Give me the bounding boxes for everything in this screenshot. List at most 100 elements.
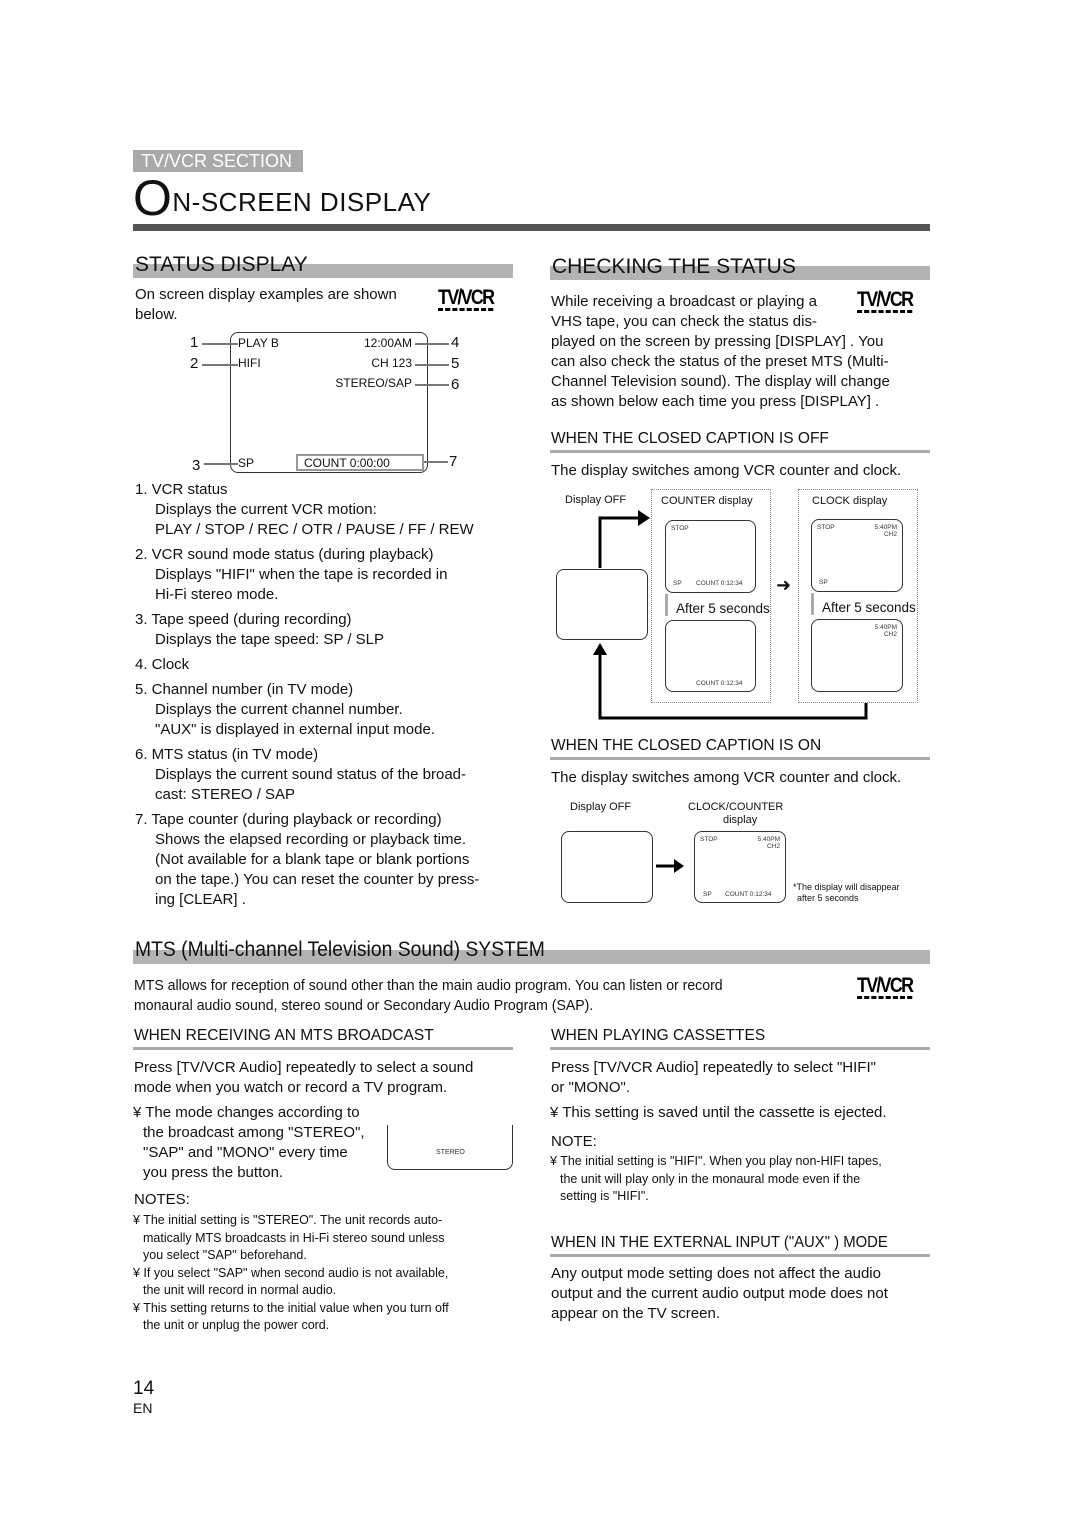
cc-on-text: The display switches among VCR counter a… — [551, 769, 902, 786]
notes-list: ¥ The initial setting is "STEREO". The u… — [133, 1212, 449, 1335]
screen-stereo: STEREO — [436, 1149, 465, 1156]
item-line: ing [CLEAR] . — [155, 891, 246, 908]
item-title: 1. VCR status — [135, 481, 228, 498]
text-line: or "MONO". — [551, 1079, 630, 1096]
title-rest: N-SCREEN DISPLAY — [172, 187, 432, 217]
text-line: mode when you watch or record a TV progr… — [134, 1079, 448, 1096]
cassettes-rule — [550, 1047, 930, 1050]
intro-line: monaural audio sound, stereo sound or Se… — [134, 997, 594, 1014]
status-item: 3. Tape speed (during recording) Display… — [135, 610, 525, 650]
note-line: matically MTS broadcasts in Hi-Fi stereo… — [143, 1230, 445, 1245]
clock-counter-screen: STOP 5:40PM CH2 SP COUNT 0:12:34 — [694, 831, 786, 903]
note-line: ¥ The initial setting is "STEREO". The u… — [133, 1213, 443, 1227]
note-list: ¥ The initial setting is "HIFI". When yo… — [550, 1153, 882, 1206]
callout-line-5 — [415, 364, 449, 366]
note-line: ¥ If you select "SAP" when second audio … — [133, 1265, 449, 1280]
note-line: ¥ This setting returns to the initial va… — [133, 1300, 449, 1315]
receiving-text: Press [TV/VCR Audio] repeatedly to selec… — [134, 1058, 473, 1098]
cassettes-heading: WHEN PLAYING CASSETTES — [551, 1027, 766, 1044]
intro-line: can also check the status of the preset … — [551, 353, 889, 370]
callout-6: 6 — [451, 376, 460, 393]
callout-7: 7 — [449, 453, 458, 470]
cc-off-heading: WHEN THE CLOSED CAPTION IS OFF — [551, 430, 829, 447]
screen-time: 5:40PM — [757, 836, 780, 843]
callout-2: 2 — [190, 355, 199, 372]
callout-1: 1 — [190, 334, 199, 351]
intro-line: While receiving a broadcast or playing a — [551, 293, 817, 310]
osd-tape-speed: SP — [238, 456, 255, 470]
note-line: the unit will record in normal audio. — [143, 1283, 337, 1297]
callout-line-1 — [202, 343, 238, 345]
tv-vcr-logo: TV/VCR — [857, 974, 914, 999]
osd-counter: COUNT 0:00:00 — [296, 454, 424, 471]
osd-channel: CH 123 — [371, 356, 412, 370]
note-line: after 5 seconds — [797, 893, 859, 903]
note-line: ¥ The initial setting is "HIFI". When yo… — [550, 1154, 882, 1168]
bullet-line: the broadcast among "STEREO", — [143, 1124, 365, 1141]
screen-sp: SP — [703, 891, 712, 898]
item-line: Displays the current VCR motion: — [155, 501, 377, 518]
checking-status-intro: While receiving a broadcast or playing a… — [551, 292, 931, 412]
page-title: ON-SCREEN DISPLAY — [133, 173, 432, 223]
osd-vcr-status: PLAY B — [238, 336, 279, 350]
osd-sound-mode: HIFI — [238, 356, 261, 370]
item-title: 3. Tape speed (during recording) — [135, 611, 352, 628]
status-item: 5. Channel number (in TV mode) Displays … — [135, 680, 525, 740]
item-title: 7. Tape counter (during playback or reco… — [135, 811, 442, 828]
intro-line: MTS allows for reception of sound other … — [134, 977, 723, 994]
arrowhead-icon — [638, 510, 650, 526]
item-title: 4. Clock — [135, 656, 190, 673]
callout-4: 4 — [451, 334, 460, 351]
callout-5: 5 — [451, 355, 460, 372]
item-line: cast: STEREO / SAP — [155, 786, 296, 803]
status-item: 1. VCR status Displays the current VCR m… — [135, 480, 525, 540]
stereo-screen: STEREO — [387, 1125, 513, 1170]
bullet-line: "SAP" and "MONO" every time — [143, 1144, 348, 1161]
item-title: 6. MTS status (in TV mode) — [135, 746, 319, 763]
cc-on-heading: WHEN THE CLOSED CAPTION IS ON — [551, 737, 822, 754]
clock-counter-label-2: display — [723, 814, 758, 826]
text-line: output and the current audio output mode… — [551, 1285, 888, 1302]
screen-stop: STOP — [700, 836, 718, 843]
display-off-label: Display OFF — [570, 801, 632, 813]
screen-count: COUNT 0:12:34 — [725, 891, 772, 898]
aux-rule — [550, 1254, 930, 1257]
intro-line: VHS tape, you can check the status dis- — [551, 313, 817, 330]
text-line: Press [TV/VCR Audio] repeatedly to selec… — [551, 1059, 876, 1076]
status-display-heading: STATUS DISPLAY — [135, 253, 308, 276]
item-line: Displays the tape speed: SP / SLP — [155, 631, 385, 648]
item-line: (Not available for a blank tape or blank… — [155, 851, 470, 868]
arrow-off-to-counter — [598, 516, 638, 568]
cc-off-text: The display switches among VCR counter a… — [551, 462, 902, 479]
item-line: on the tape.) You can reset the counter … — [155, 871, 480, 888]
callout-line-3 — [204, 463, 238, 465]
cc-on-rule — [550, 757, 930, 760]
callout-line-4 — [415, 343, 449, 345]
arrow-clock-to-off — [598, 653, 868, 720]
item-line: "AUX" is displayed in external input mod… — [155, 721, 435, 738]
item-line: Displays the current channel number. — [155, 701, 403, 718]
item-line: Hi-Fi stereo mode. — [155, 586, 279, 603]
item-line: Displays the current sound status of the… — [155, 766, 467, 783]
item-line: Shows the elapsed recording or playback … — [155, 831, 467, 848]
status-display-intro: On screen display examples are shown bel… — [135, 286, 397, 323]
callout-3: 3 — [192, 457, 201, 474]
notes-heading: NOTES: — [134, 1191, 190, 1208]
cassettes-bullet: ¥ This setting is saved until the casset… — [550, 1104, 887, 1121]
cc-on-note: *The display will disappear after 5 seco… — [793, 882, 900, 904]
note-line: *The display will disappear — [793, 882, 900, 892]
osd-example-screen — [230, 332, 428, 473]
aux-heading: WHEN IN THE EXTERNAL INPUT ("AUX" ) MODE — [551, 1234, 888, 1251]
callout-line-6 — [415, 384, 449, 386]
note-line: the unit or unplug the power cord. — [143, 1318, 330, 1332]
status-items-list: 1. VCR status Displays the current VCR m… — [135, 480, 525, 910]
mts-heading: MTS (Multi-channel Television Sound) SYS… — [135, 938, 545, 961]
cc-off-rule — [550, 450, 930, 453]
note-heading: NOTE: — [551, 1133, 597, 1150]
note-line: the unit will play only in the monaural … — [560, 1171, 861, 1186]
intro-line: played on the screen by pressing [DISPLA… — [551, 333, 884, 350]
status-item: 7. Tape counter (during playback or reco… — [135, 810, 525, 910]
osd-mts: STEREO/SAP — [335, 376, 412, 390]
note-line: setting is "HIFI". — [560, 1189, 649, 1203]
text-line: Press [TV/VCR Audio] repeatedly to selec… — [134, 1059, 474, 1076]
